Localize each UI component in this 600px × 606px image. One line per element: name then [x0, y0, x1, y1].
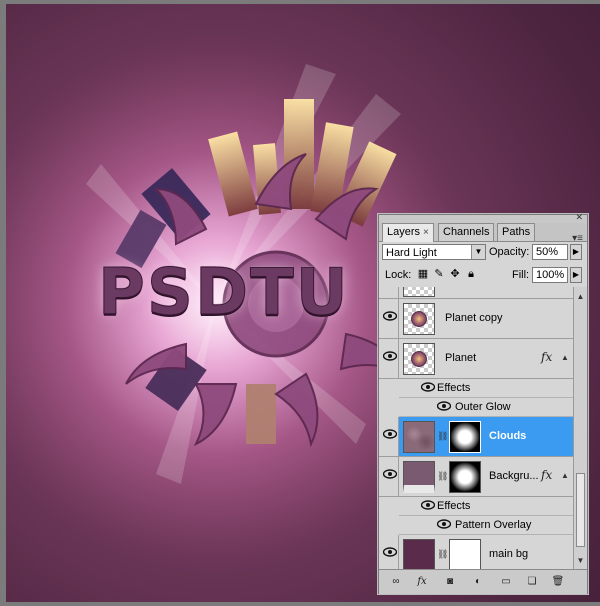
layer-name: Backgru...: [489, 470, 539, 482]
lock-pixels-brush-icon[interactable]: ✎: [433, 268, 445, 280]
lock-label: Lock:: [385, 269, 412, 281]
eye-icon[interactable]: [421, 382, 435, 392]
trash-icon[interactable]: 🗑︎: [551, 575, 565, 588]
new-layer-icon[interactable]: ❏: [525, 575, 539, 588]
expand-effects-icon[interactable]: ▲: [561, 353, 569, 362]
fx-icon[interactable]: fx: [415, 575, 429, 588]
effects-row[interactable]: Effects: [399, 497, 573, 516]
eye-icon[interactable]: [381, 351, 399, 367]
layer-thumbnail: [403, 287, 435, 297]
layer-row-partial[interactable]: [379, 287, 573, 299]
layer-name: main bg: [489, 548, 529, 560]
panel-bottom-toolbar: ∞ fx ◙ ◐ ▭ ❏ 🗑︎: [379, 569, 587, 594]
opacity-value: 50%: [536, 246, 559, 258]
effect-pattern-overlay-row[interactable]: Pattern Overlay: [399, 516, 573, 535]
layer-list: Planet copy Planet fx ▲ Effects Outer Gl…: [379, 287, 573, 569]
visibility-column: [379, 287, 399, 298]
artwork-title-text: PSDTU: [98, 256, 350, 331]
link-layers-icon[interactable]: ∞: [389, 575, 403, 588]
effect-label: Outer Glow: [455, 401, 511, 413]
layer-mask-thumbnail[interactable]: [449, 461, 481, 493]
mask-icon[interactable]: ◙: [443, 575, 457, 588]
layer-row-main-bg[interactable]: ⛓ main bg: [379, 535, 573, 569]
panel-header-strip: ✕: [379, 212, 587, 223]
layer-name: Planet: [445, 352, 477, 364]
fill-field[interactable]: 100%: [532, 267, 568, 283]
tab-layers-label: Layers: [387, 226, 421, 238]
blend-mode-select[interactable]: Hard Light ▼: [382, 244, 486, 260]
fill-arrow-icon[interactable]: ▶: [570, 267, 582, 283]
tab-close-icon[interactable]: ×: [423, 227, 429, 238]
layer-thumbnail: [403, 539, 435, 569]
effect-label: Pattern Overlay: [455, 519, 532, 531]
scrollbar-thumb[interactable]: [576, 473, 585, 547]
fx-badge-icon: fx: [541, 350, 553, 364]
fill-label: Fill:: [512, 269, 530, 281]
scroll-up-icon[interactable]: ▲: [574, 291, 587, 303]
eye-icon[interactable]: [381, 469, 399, 485]
panel-close-icon[interactable]: ✕: [575, 212, 583, 223]
opacity-field[interactable]: 50%: [532, 244, 568, 260]
opacity-arrow-icon[interactable]: ▶: [570, 244, 582, 260]
layer-name: Clouds: [489, 430, 527, 442]
effect-outer-glow-row[interactable]: Outer Glow: [399, 398, 573, 417]
tab-channels[interactable]: Channels: [438, 223, 495, 241]
eye-icon[interactable]: [421, 500, 435, 510]
chain-link-icon[interactable]: ⛓: [437, 549, 448, 560]
fill-value: 100%: [536, 269, 565, 281]
layers-panel: ✕ Layers × Channels Paths ▾≡ Hard Light ▼…: [378, 212, 588, 594]
eye-icon[interactable]: [381, 429, 399, 445]
blend-mode-value: Hard Light: [386, 247, 437, 259]
layer-row-background[interactable]: ⛓ Backgru... fx ▲: [379, 457, 573, 497]
layer-mask-thumbnail[interactable]: [449, 539, 481, 569]
layer-list-scrollbar[interactable]: ▲ ▼: [573, 287, 587, 569]
expand-effects-icon[interactable]: ▲: [561, 471, 569, 480]
layer-row-clouds[interactable]: ⛓ Clouds: [379, 417, 573, 457]
layer-row-planet-copy[interactable]: Planet copy: [379, 299, 573, 339]
layer-thumbnail: [403, 421, 435, 453]
effects-label: Effects: [437, 382, 471, 394]
eye-icon[interactable]: [437, 519, 451, 529]
layer-mask-thumbnail[interactable]: [449, 421, 481, 453]
adjustment-icon[interactable]: ◐: [471, 575, 485, 588]
eye-icon[interactable]: [381, 311, 399, 327]
group-icon[interactable]: ▭: [499, 575, 513, 588]
chain-link-icon[interactable]: ⛓: [437, 431, 448, 442]
lock-position-move-icon[interactable]: ✥: [449, 268, 461, 280]
scroll-down-icon[interactable]: ▼: [574, 555, 587, 567]
eye-icon[interactable]: [381, 547, 399, 563]
chain-link-icon[interactable]: ⛓: [437, 471, 448, 482]
layer-name: Planet copy: [445, 312, 503, 324]
layer-thumbnail: [403, 343, 435, 375]
blend-opacity-row: Hard Light ▼ Opacity: 50% ▶: [379, 242, 587, 264]
layer-thumbnail: [403, 461, 435, 493]
tab-layers[interactable]: Layers ×: [382, 223, 434, 242]
layer-thumbnail: [403, 303, 435, 335]
tab-paths-label: Paths: [502, 226, 531, 238]
tab-channels-label: Channels: [443, 226, 490, 238]
effects-label: Effects: [437, 500, 471, 512]
lock-transparency-icon[interactable]: ▦: [417, 268, 429, 280]
fx-badge-icon: fx: [541, 468, 553, 482]
eye-icon[interactable]: [437, 401, 451, 411]
tab-paths[interactable]: Paths: [497, 223, 536, 241]
lock-all-icon[interactable]: 🔒︎: [465, 268, 477, 280]
opacity-label: Opacity:: [489, 246, 530, 258]
chevron-down-icon[interactable]: ▼: [471, 245, 485, 259]
effects-row[interactable]: Effects: [399, 379, 573, 398]
lock-fill-row: Lock: ▦ ✎ ✥ 🔒︎ Fill: 100% ▶: [379, 265, 587, 288]
panel-tabs: Layers × Channels Paths ▾≡: [379, 223, 587, 244]
layer-row-planet[interactable]: Planet fx ▲: [379, 339, 573, 379]
